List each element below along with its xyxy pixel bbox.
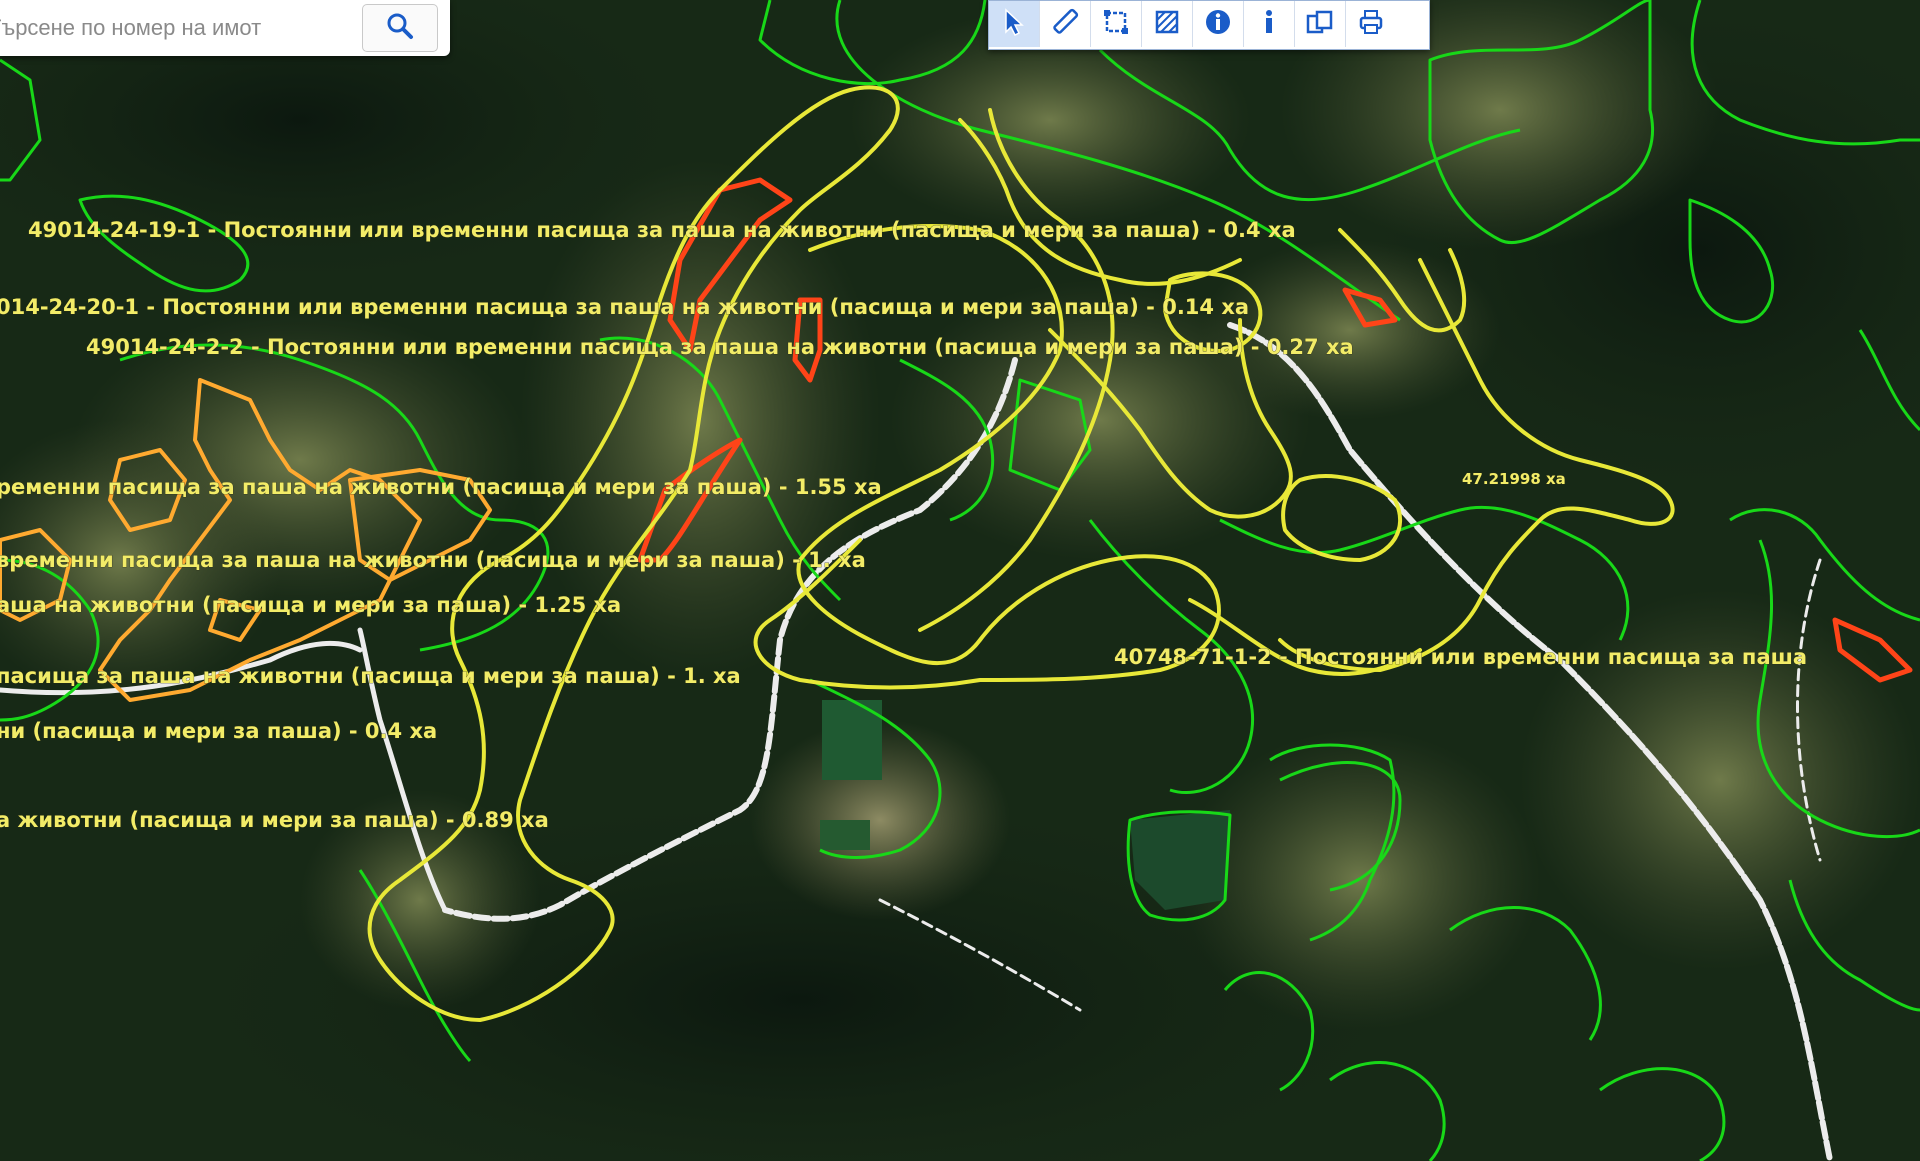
parcel-search-box [0,0,450,56]
parcel-label: 014-24-20-1 - Постоянни или временни пас… [0,295,1249,319]
parcel-search-input[interactable] [0,0,360,56]
layers-icon [1305,8,1335,40]
area-label: 47.21998 ха [1462,470,1566,488]
parcel-label: 40748-71-1-2 - Постоянни или временни па… [1114,645,1807,669]
print-icon [1357,8,1385,40]
terrain-layer [0,0,1920,1161]
print-button[interactable] [1346,1,1396,47]
map-toolbar [988,0,1430,50]
select-tool-button[interactable] [989,1,1040,47]
hatched-polygon-icon [1153,8,1181,40]
area-measure-icon [1102,8,1130,40]
search-button[interactable] [362,4,438,52]
info-icon [1259,8,1279,40]
satellite-map[interactable]: 49014-24-19-1 - Постоянни или временни п… [0,0,1920,1161]
info-circle-icon [1204,8,1232,40]
parcel-label: 49014-24-19-1 - Постоянни или временни п… [28,218,1296,242]
parcel-label: а животни (пасища и мери за паша) - 0.89… [0,808,549,832]
parcel-label: аша на животни (пасища и мери за паша) -… [0,593,621,617]
parcel-label: временни пасища за паша на животни (паси… [0,548,866,572]
pointer-arrow-icon [1001,7,1027,41]
layers-button[interactable] [1295,1,1346,47]
measure-distance-button[interactable] [1040,1,1091,47]
info-button[interactable] [1244,1,1295,47]
search-icon [386,12,414,44]
ruler-icon [1051,8,1079,40]
measure-area-button[interactable] [1091,1,1142,47]
parcel-label: ни (пасища и мери за паша) - 0.4 ха [0,719,437,743]
parcel-label: ременни пасища за паша на животни (пасищ… [0,475,882,499]
parcel-label: пасища за паша на животни (пасища и мери… [0,664,741,688]
draw-polygon-button[interactable] [1142,1,1193,47]
parcel-label: 49014-24-2-2 - Постоянни или временни па… [86,335,1354,359]
parcel-info-button[interactable] [1193,1,1244,47]
